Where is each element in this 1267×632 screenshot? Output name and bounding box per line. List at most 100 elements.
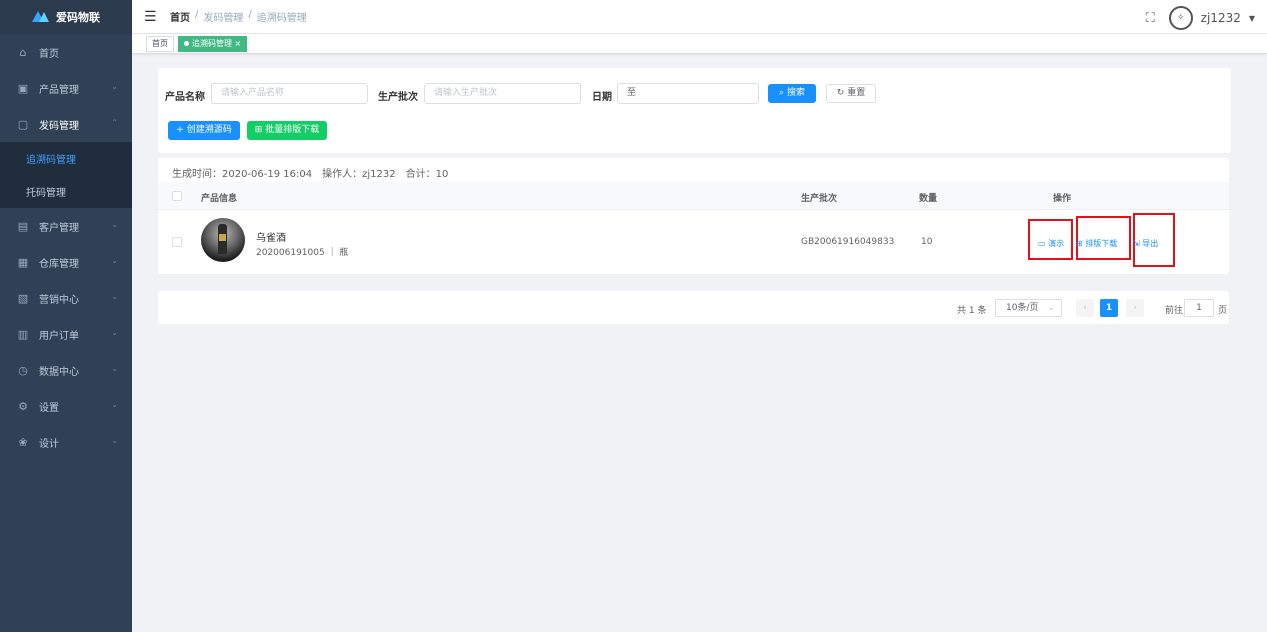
chevron-down-icon: ⌄ [111, 256, 118, 265]
export-icon: ⇲ [1133, 239, 1140, 248]
header-quantity: 数量 [919, 194, 938, 204]
chevron-down-icon: ⌄ [111, 364, 118, 373]
order-icon: ▥ [17, 327, 29, 341]
date-separator: 至 [627, 88, 637, 98]
batch-value: GB20061916049833 [801, 237, 895, 247]
page-unit-label: 页 [1218, 306, 1228, 316]
brand-name: 爱码物联 [56, 11, 100, 24]
sidebar-item-customer[interactable]: ▤ 客户管理 ⌄ [0, 208, 132, 244]
monitor-icon: ▭ [1038, 239, 1046, 248]
breadcrumb-current: 追溯码管理 [256, 13, 307, 24]
sidebar-item-code[interactable]: ▢ 发码管理 ⌃ [0, 106, 132, 142]
date-label: 日期 [592, 92, 612, 103]
sidebar-item-label: 发码管理 [39, 120, 79, 132]
sidebar-item-label: 用户订单 [39, 330, 79, 342]
batch-download-label: 批量排版下载 [265, 125, 320, 135]
hamburger-icon[interactable]: ☰ [144, 9, 158, 25]
sidebar-item-label: 仓库管理 [39, 258, 79, 270]
username[interactable]: zj1232 [1201, 11, 1241, 25]
sidebar-item-design[interactable]: ❀ 设计 ⌄ [0, 424, 132, 460]
goto-page-input[interactable]: 1 [1184, 299, 1214, 317]
page-size-select[interactable]: 10条/页 ⌄ [995, 299, 1062, 317]
row-checkbox[interactable] [172, 237, 182, 247]
search-button[interactable]: ⌕ 搜索 [768, 84, 816, 103]
tag-trace-active[interactable]: 追溯码管理 × [178, 35, 248, 52]
goto-label: 前往 [1165, 306, 1184, 316]
create-button-label: 创建溯源码 [186, 125, 232, 135]
data-icon: ◷ [18, 363, 28, 377]
grid-icon: ⊞ [1076, 239, 1083, 248]
breadcrumb-code[interactable]: 发码管理 [203, 9, 243, 24]
sidebar-item-marketing[interactable]: ▧ 营销中心 ⌄ [0, 280, 132, 316]
sidebar-subitem-trace[interactable]: 追溯码管理 [0, 142, 132, 175]
sidebar-item-product[interactable]: ▣ 产品管理 ⌄ [0, 70, 132, 106]
close-icon[interactable]: × [235, 39, 242, 48]
batch-label: 生产批次 [378, 92, 418, 103]
sidebar-item-data[interactable]: ◷ 数据中心 ⌄ [0, 352, 132, 388]
product-name-input[interactable]: 请输入产品名称 [211, 83, 368, 104]
refresh-icon: ↻ [836, 88, 845, 98]
prev-page-button[interactable]: ‹ [1076, 299, 1094, 317]
product-code: 202006191005 ｜ 瓶 [256, 248, 349, 258]
batch-input[interactable]: 请输入生产批次 [424, 83, 581, 104]
header-batch: 生产批次 [801, 194, 838, 204]
reset-button[interactable]: ↻ 重置 [826, 84, 876, 103]
filter-panel [158, 68, 1231, 153]
warehouse-icon: ▦ [17, 255, 29, 269]
chevron-down-icon: ⌄ [111, 436, 118, 445]
select-all-checkbox[interactable] [172, 191, 182, 201]
avatar[interactable]: ✧ [1168, 6, 1193, 30]
chevron-down-icon: ⌄ [111, 400, 118, 409]
sidebar-subitem-pallet[interactable]: 托码管理 [0, 175, 132, 208]
code-icon: ▢ [17, 117, 29, 131]
pagination-panel [158, 291, 1229, 324]
date-range-input[interactable]: 至 [617, 83, 759, 104]
sidebar-item-warehouse[interactable]: ▦ 仓库管理 ⌄ [0, 244, 132, 280]
chevron-down-icon: ⌄ [1047, 303, 1055, 313]
sidebar-item-orders[interactable]: ▥ 用户订单 ⌄ [0, 316, 132, 352]
sidebar-item-label: 设置 [39, 402, 59, 414]
next-page-button[interactable]: › [1126, 299, 1144, 317]
top-navbar: ☰ 首页 / 发码管理 / 追溯码管理 ⛶ ✧ zj1232 ▼ [132, 0, 1267, 34]
product-icon: ▣ [17, 81, 29, 95]
chevron-down-icon: ⌄ [111, 328, 118, 337]
download-icon: ⊞ [254, 125, 263, 135]
brand-logo[interactable]: 爱码物联 [0, 0, 132, 34]
sidebar: 爱码物联 ⌂ 首页 ▣ 产品管理 ⌄ ▢ 发码管理 ⌃ 追溯码管理 托码管理 ▤ 客户管理 ⌄… [0, 0, 132, 632]
batch-download-button[interactable]: ⊞ 批量排版下载 [247, 121, 327, 140]
active-dot-icon [184, 40, 189, 46]
sidebar-item-settings[interactable]: ⚙ 设置 ⌄ [0, 388, 132, 424]
product-image[interactable] [201, 218, 245, 262]
sidebar-item-label: 产品管理 [39, 84, 79, 96]
fullscreen-icon[interactable]: ⛶ [1146, 11, 1155, 26]
chevron-down-icon: ⌄ [111, 82, 118, 91]
tag-home[interactable]: 首页 [146, 35, 174, 52]
breadcrumb-home[interactable]: 首页 [170, 9, 190, 24]
create-trace-code-button[interactable]: + 创建溯源码 [168, 121, 240, 140]
product-name-label: 产品名称 [165, 92, 205, 103]
chevron-up-icon: ⌃ [111, 118, 118, 127]
header-actions: 操作 [1053, 194, 1072, 204]
quantity-value: 10 [921, 237, 933, 247]
product-name: 乌雀酒 [256, 233, 286, 244]
marketing-icon: ▧ [17, 291, 29, 305]
design-icon: ❀ [18, 435, 28, 449]
caret-down-icon[interactable]: ▼ [1249, 14, 1255, 23]
tag-label: 追溯码管理 [192, 38, 232, 48]
sidebar-item-home[interactable]: ⌂ 首页 [0, 34, 132, 70]
demo-link[interactable]: ▭ 演示 [1038, 238, 1064, 249]
layout-download-link[interactable]: ⊞ 排版下载 [1076, 238, 1117, 249]
header-product-info: 产品信息 [201, 194, 238, 204]
layout-download-label: 排版下载 [1085, 239, 1118, 248]
demo-label: 演示 [1048, 239, 1065, 248]
search-icon: ⌕ [779, 88, 785, 98]
export-link[interactable]: ⇲ 导出 [1133, 238, 1158, 249]
sidebar-item-label: 数据中心 [39, 366, 79, 378]
export-label: 导出 [1142, 239, 1159, 248]
settings-icon: ⚙ [18, 399, 28, 413]
breadcrumb: 首页 / 发码管理 / 追溯码管理 [170, 9, 312, 24]
sidebar-item-label: 客户管理 [39, 222, 79, 234]
page-size-value: 10条/页 [1006, 303, 1039, 313]
page-number[interactable]: 1 [1100, 299, 1118, 317]
sidebar-item-label: 首页 [39, 48, 59, 60]
